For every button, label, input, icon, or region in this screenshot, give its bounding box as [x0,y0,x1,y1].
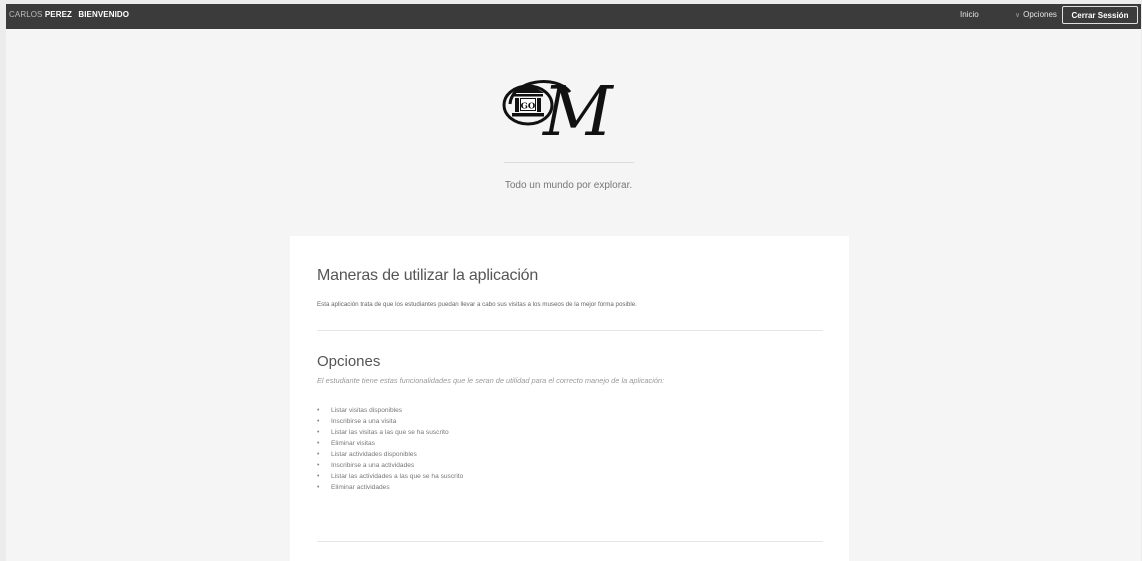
list-item: • Listar las actividades a las que se ha … [317,471,463,482]
list-item-label: Listar las actividades a las que se ha s… [331,473,464,480]
user-first-name: CARLOS [9,10,43,19]
list-item: • Listar las visitas a las que se ha susc… [317,427,463,438]
bullet-icon: • [317,484,320,491]
list-item: • Eliminar actividades [317,482,463,493]
logo-text: GO [521,102,536,112]
list-item: • Listar visitas disponibles [317,405,463,416]
user-last-name: PEREZ [44,10,72,19]
bullet-icon: • [317,407,320,414]
options-list: • Listar visitas disponibles • Inscribirse… [317,405,463,493]
list-item-label: Listar visitas disponibles [331,407,403,414]
section-subtitle-options: El estudiante tiene estas funcionalidade… [317,376,665,385]
museum-logo-icon: GO M [502,73,615,142]
list-item: • Listar actividades disponibles [317,449,463,460]
list-item: • Inscribirse a una visita [317,416,463,427]
welcome-label: BIENVENIDO [78,10,130,19]
nav-inicio-link[interactable]: Inicio [960,10,979,19]
section-title-options: Opciones [317,353,381,370]
list-item-label: Listar las visitas a las que se ha suscr… [331,429,449,436]
nav-opciones-label: Opciones [1023,10,1057,19]
tagline: Todo un mundo por explorar. [504,180,633,191]
bullet-icon: • [317,462,320,469]
bullet-icon: • [317,473,320,480]
section-title-ways: Maneras de utilizar la aplicación [317,267,539,284]
header-divider [504,162,634,163]
bullet-icon: • [317,440,320,447]
section-divider [317,541,823,542]
bullet-icon: • [317,429,320,436]
nav-opciones-dropdown[interactable]: ∨ Opciones [1015,10,1057,19]
logout-button[interactable]: Cerrar Sessión [1062,6,1138,24]
top-navbar: CARLOS PEREZ BIENVENIDO Inicio ∨ Opciones… [6,4,1141,29]
chevron-down-icon: ∨ [1015,12,1021,19]
list-item: • Eliminar visitas [317,438,463,449]
content-card: Maneras de utilizar la aplicación Esta a… [290,236,849,561]
list-item-label: Listar actividades disponibles [331,451,417,458]
list-item-label: Eliminar actividades [331,484,390,491]
user-greeting: CARLOS PEREZ BIENVENIDO [9,10,129,19]
list-item: • Inscribirse a una actividades [317,460,463,471]
logo-letter: M [541,73,615,142]
page: CARLOS PEREZ BIENVENIDO Inicio ∨ Opciones… [6,4,1141,561]
section-text-ways: Esta aplicación trata de que los estudia… [317,301,637,308]
list-item-label: Inscribirse a una visita [331,418,397,425]
bullet-icon: • [317,418,320,425]
list-item-label: Inscribirse a una actividades [331,462,415,469]
bullet-icon: • [317,451,320,458]
section-divider [317,330,823,331]
list-item-label: Eliminar visitas [331,440,375,447]
